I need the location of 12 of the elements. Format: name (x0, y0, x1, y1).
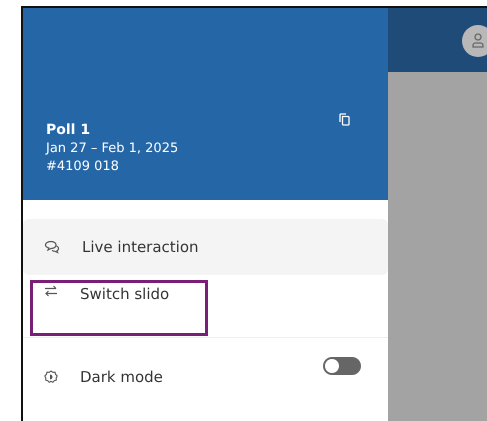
chat-icon (44, 240, 60, 254)
copy-icon[interactable] (339, 113, 350, 126)
theme-icon (44, 370, 58, 384)
poll-code: #4109 018 (46, 159, 120, 174)
avatar-icon[interactable] (461, 24, 487, 58)
poll-title: Poll 1 (46, 122, 92, 138)
dark-mode-label: Dark mode (80, 368, 163, 386)
menu-item[interactable]: Live interaction (23, 219, 388, 275)
menu-item[interactable]: Switch slido (23, 275, 388, 331)
poll-dates: Jan 27 – Feb 1, 2025 (46, 141, 178, 156)
swap-arrows-icon (44, 285, 58, 297)
dark-mode-toggle[interactable] (323, 357, 361, 375)
